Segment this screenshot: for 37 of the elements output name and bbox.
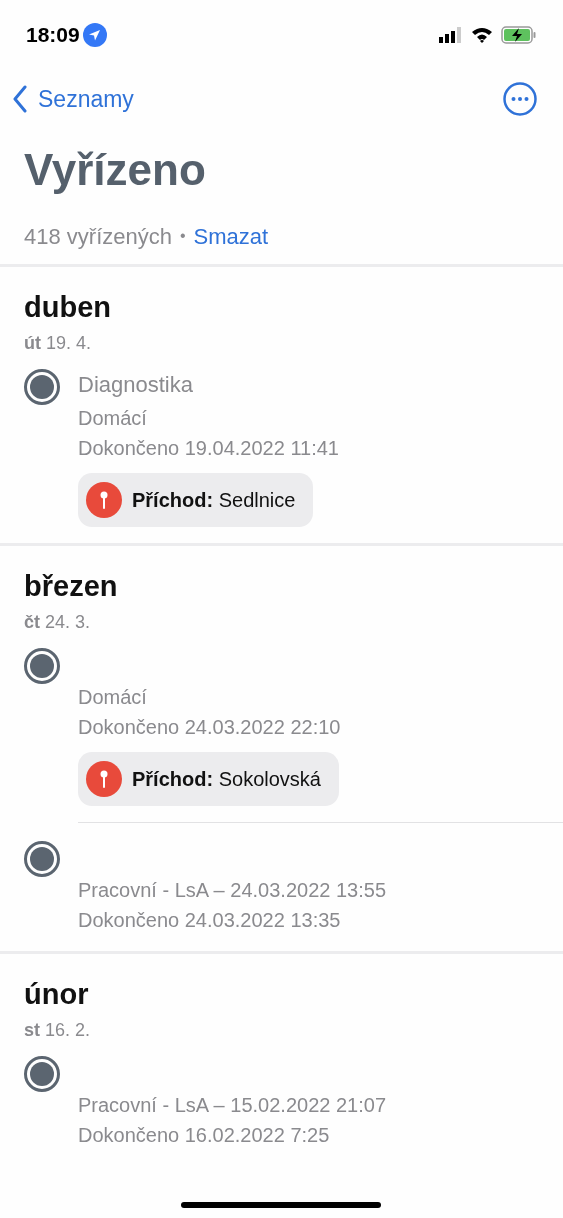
back-button[interactable]: Seznamy (12, 81, 134, 117)
pin-icon (86, 761, 122, 797)
location-text: Příchod: Sokolovská (132, 767, 321, 792)
page-title: Vyřízeno (24, 144, 206, 196)
checkbox[interactable] (24, 1056, 60, 1092)
delete-link[interactable]: Smazat (193, 219, 269, 253)
battery-charging-icon (501, 26, 537, 44)
status-time: 18:09 (26, 22, 80, 49)
checkbox[interactable] (24, 841, 60, 877)
checkbox[interactable] (24, 648, 60, 684)
location-chip[interactable]: Příchod: Sokolovská (78, 752, 339, 806)
task-detail: Pracovní - LsA – 24.03.2022 13:55 (78, 878, 387, 903)
pin-icon (86, 482, 122, 518)
completed-count: 418 vyřízených (24, 222, 172, 251)
month-heading: duben (24, 290, 112, 325)
wifi-icon (471, 27, 493, 43)
day-label: čt 24. 3. (24, 611, 92, 634)
task-detail: Dokončeno 16.02.2022 7:25 (78, 1123, 331, 1148)
location-icon (82, 23, 107, 47)
task-detail: Dokončeno 24.03.2022 13:35 (78, 908, 342, 933)
chevron-left-icon (12, 85, 28, 113)
task-title: Diagnostika (78, 371, 194, 399)
separator-dot: • (179, 226, 186, 246)
day-label: út 19. 4. (24, 332, 93, 355)
more-icon[interactable] (503, 82, 537, 116)
month-heading: březen (24, 569, 119, 604)
signal-icon (439, 27, 463, 43)
location-text: Příchod: Sedlnice (132, 488, 296, 513)
task-detail: Domácí (78, 685, 148, 710)
checkbox[interactable] (24, 369, 60, 405)
task-detail: Dokončeno 24.03.2022 22:10 (78, 715, 342, 740)
task-detail: Pracovní - LsA – 15.02.2022 21:07 (78, 1093, 387, 1118)
location-chip[interactable]: Příchod: Sedlnice (78, 473, 314, 527)
month-heading: únor (24, 977, 90, 1012)
task-detail: Dokončeno 19.04.2022 11:41 (78, 436, 340, 461)
day-label: st 16. 2. (24, 1019, 92, 1042)
task-detail: Domácí (78, 406, 148, 431)
